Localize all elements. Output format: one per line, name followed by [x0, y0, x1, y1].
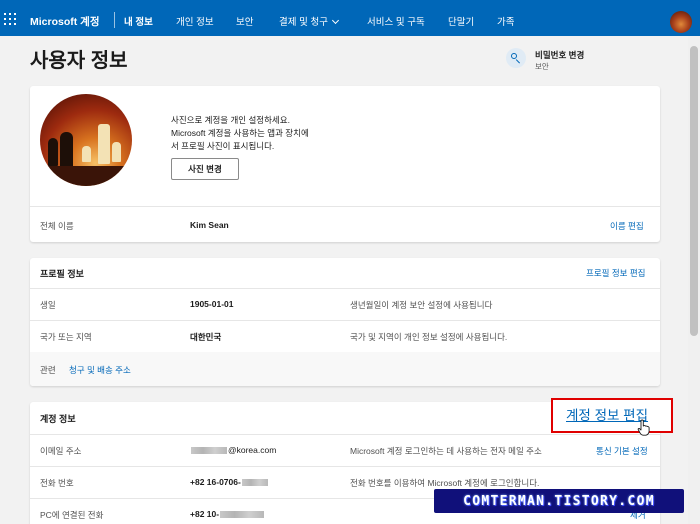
app-launcher-icon[interactable] — [4, 13, 16, 25]
redacted-text — [220, 511, 265, 519]
email-value: @korea.com — [190, 445, 276, 455]
email-description: Microsoft 계정 로그인하는 데 사용하는 전자 메일 주소 — [350, 446, 542, 456]
related-label: 관련 — [40, 365, 56, 375]
brand-title[interactable]: Microsoft 계정 — [30, 14, 100, 29]
change-password-link[interactable]: 비밀번호 변경 — [535, 49, 584, 61]
scrollbar[interactable] — [688, 36, 700, 524]
chevron-down-icon — [331, 16, 340, 25]
divider — [30, 206, 660, 207]
country-label: 국가 또는 지역 — [40, 332, 92, 342]
photo-description-line: Microsoft 계정을 사용하는 앱과 장치에 — [171, 128, 309, 138]
phone-value: +82 16-0706- — [190, 477, 269, 487]
watermark-text: COMTERMAN.TISTORY.COM — [463, 493, 655, 509]
redacted-text — [191, 447, 227, 455]
divider — [30, 434, 660, 435]
phone-label: 전화 번호 — [40, 478, 74, 488]
country-description: 국가 및 지역이 개인 정보 설정에 사용됩니다. — [350, 332, 508, 342]
country-value: 대한민국 — [190, 332, 222, 342]
birthday-value: 1905-01-01 — [190, 299, 234, 309]
birthday-label: 생일 — [40, 300, 56, 310]
profile-info-title: 프로필 정보 — [40, 269, 84, 279]
photo-description-line: 사진으로 계정을 개인 설정하세요. — [171, 115, 290, 125]
watermark: COMTERMAN.TISTORY.COM — [434, 489, 684, 513]
key-icon[interactable] — [506, 48, 526, 68]
nav-item-label: 결제 및 청구 — [279, 17, 328, 28]
account-avatar[interactable] — [670, 11, 692, 33]
page-title: 사용자 정보 — [30, 50, 128, 72]
hand-cursor-icon — [637, 419, 650, 436]
full-name-label: 전체 이름 — [40, 221, 74, 231]
related-row: 관련 청구 및 배송 주소 — [30, 352, 660, 386]
change-photo-button[interactable]: 사진 변경 — [171, 158, 239, 180]
change-password-subtitle: 보안 — [535, 62, 549, 71]
communication-settings-link[interactable]: 통신 기본 설정 — [596, 445, 648, 457]
top-nav-bar: Microsoft 계정 내 정보 개인 정보 보안 결제 및 청구 서비스 및… — [0, 0, 700, 36]
nav-item-security[interactable]: 보안 — [236, 14, 253, 28]
phone-prefix: +82 16-0706- — [190, 477, 241, 487]
nav-item-services-subscriptions[interactable]: 서비스 및 구독 — [367, 14, 425, 28]
full-name-value: Kim Sean — [190, 220, 229, 230]
edit-profile-link[interactable]: 프로필 정보 편집 — [586, 267, 645, 279]
nav-item-personal-info[interactable]: 개인 정보 — [176, 14, 214, 28]
nav-item-payment-billing[interactable]: 결제 및 청구 — [279, 14, 340, 28]
billing-address-link[interactable]: 청구 및 배송 주소 — [69, 364, 131, 376]
scroll-thumb[interactable] — [690, 46, 698, 336]
profile-photo — [40, 94, 132, 186]
divider — [30, 320, 660, 321]
pc-phone-prefix: +82 10- — [190, 509, 220, 519]
edit-name-link[interactable]: 이름 편집 — [610, 220, 644, 232]
nav-item-family[interactable]: 가족 — [497, 14, 514, 28]
nav-item-devices[interactable]: 단말기 — [448, 14, 474, 28]
pc-phone-label: PC에 연결된 전화 — [40, 510, 104, 520]
pc-phone-value: +82 10- — [190, 509, 265, 519]
divider — [30, 288, 660, 289]
photo-description-line: 서 프로필 사진이 표시됩니다. — [171, 141, 275, 151]
email-label: 이메일 주소 — [40, 446, 82, 456]
profile-info-card: 프로필 정보 프로필 정보 편집 생일 1905-01-01 생년월일이 계정 … — [30, 258, 660, 386]
divider — [30, 466, 660, 467]
birthday-description: 생년월일이 계정 보안 설정에 사용됩니다 — [350, 300, 493, 310]
edit-account-link[interactable]: 계정 정보 편집 — [566, 404, 648, 424]
photo-description: 사진으로 계정을 개인 설정하세요. Microsoft 계정을 사용하는 앱과… — [171, 114, 351, 153]
redacted-text — [241, 479, 268, 487]
account-info-title: 계정 정보 — [40, 414, 76, 424]
nav-divider — [114, 12, 115, 28]
nav-item-my-info[interactable]: 내 정보 — [124, 14, 153, 28]
phone-description: 전화 번호를 이용하여 Microsoft 계정에 로그인합니다. — [350, 478, 540, 488]
email-domain: @korea.com — [228, 445, 277, 455]
profile-photo-card: 사진으로 계정을 개인 설정하세요. Microsoft 계정을 사용하는 앱과… — [30, 86, 660, 242]
